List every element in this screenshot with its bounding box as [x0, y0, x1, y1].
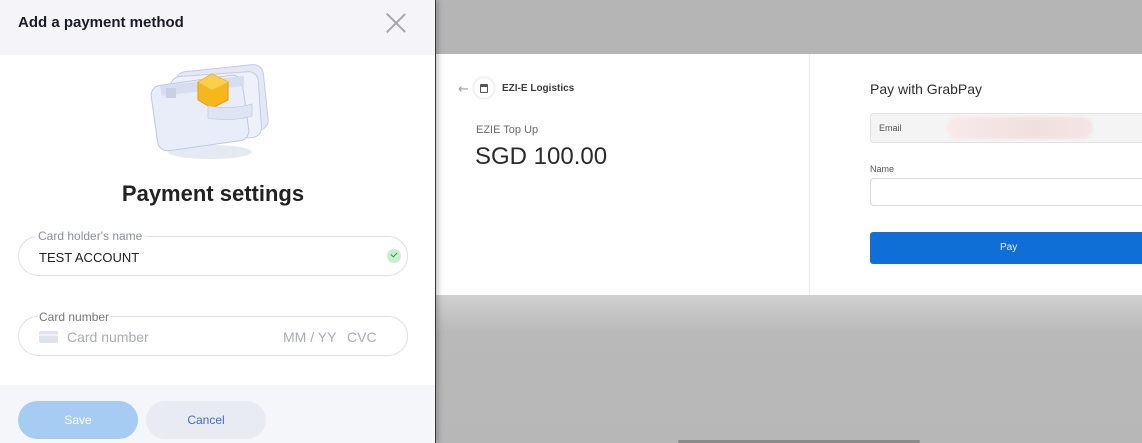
- cancel-button[interactable]: Cancel: [146, 401, 266, 439]
- card-holder-label: Card holder's name: [35, 229, 146, 243]
- modal-header: Add a payment method: [0, 0, 435, 55]
- grabpay-title: Pay with GrabPay: [870, 81, 983, 97]
- valid-check-icon: [387, 249, 401, 263]
- card-number-label: Card number: [38, 310, 111, 324]
- email-label: Email: [879, 123, 902, 133]
- merchant-name: EZI-E Logistics: [502, 83, 575, 94]
- pay-button[interactable]: Pay: [870, 232, 1142, 264]
- order-amount: SGD 100.00: [475, 143, 608, 170]
- payment-settings-heading: Payment settings: [121, 181, 305, 206]
- credit-card-icon: [39, 331, 58, 343]
- email-redacted-value: [947, 117, 1093, 139]
- order-label: EZIE Top Up: [476, 124, 539, 136]
- overlay-top-strip: [436, 0, 1142, 54]
- card-number-input[interactable]: Card number: [67, 329, 149, 345]
- order-summary-panel: ← EZI-E Logistics EZIE Top Up SGD 100.00: [436, 54, 810, 295]
- card-holder-field[interactable]: Card holder's name: [18, 229, 408, 276]
- panel-divider: [809, 54, 810, 295]
- modal-title: Add a payment method: [18, 14, 184, 31]
- email-field[interactable]: Email: [870, 113, 1142, 143]
- expiry-input[interactable]: MM / YY: [283, 329, 336, 345]
- pay-button-label: Pay: [1000, 242, 1018, 253]
- card-holder-input[interactable]: [39, 250, 339, 265]
- merchant-logo-icon: [474, 78, 494, 98]
- overlay-bottom: [436, 295, 1142, 443]
- card-stack-illustration: [150, 64, 269, 159]
- checkout-sheet: ← EZI-E Logistics EZIE Top Up SGD 100.00…: [436, 54, 1142, 295]
- name-field[interactable]: [870, 178, 1142, 206]
- name-label: Name: [870, 164, 895, 174]
- close-icon[interactable]: [384, 11, 408, 35]
- checkout-backdrop: ← EZI-E Logistics EZIE Top Up SGD 100.00…: [436, 0, 1142, 443]
- payment-method-modal: Add a payment method Payment settings Ca…: [0, 0, 436, 443]
- cvc-input[interactable]: CVC: [347, 329, 377, 345]
- save-button[interactable]: Save: [18, 401, 138, 439]
- modal-footer: Save Cancel: [0, 385, 435, 443]
- back-arrow-icon[interactable]: ←: [458, 82, 469, 97]
